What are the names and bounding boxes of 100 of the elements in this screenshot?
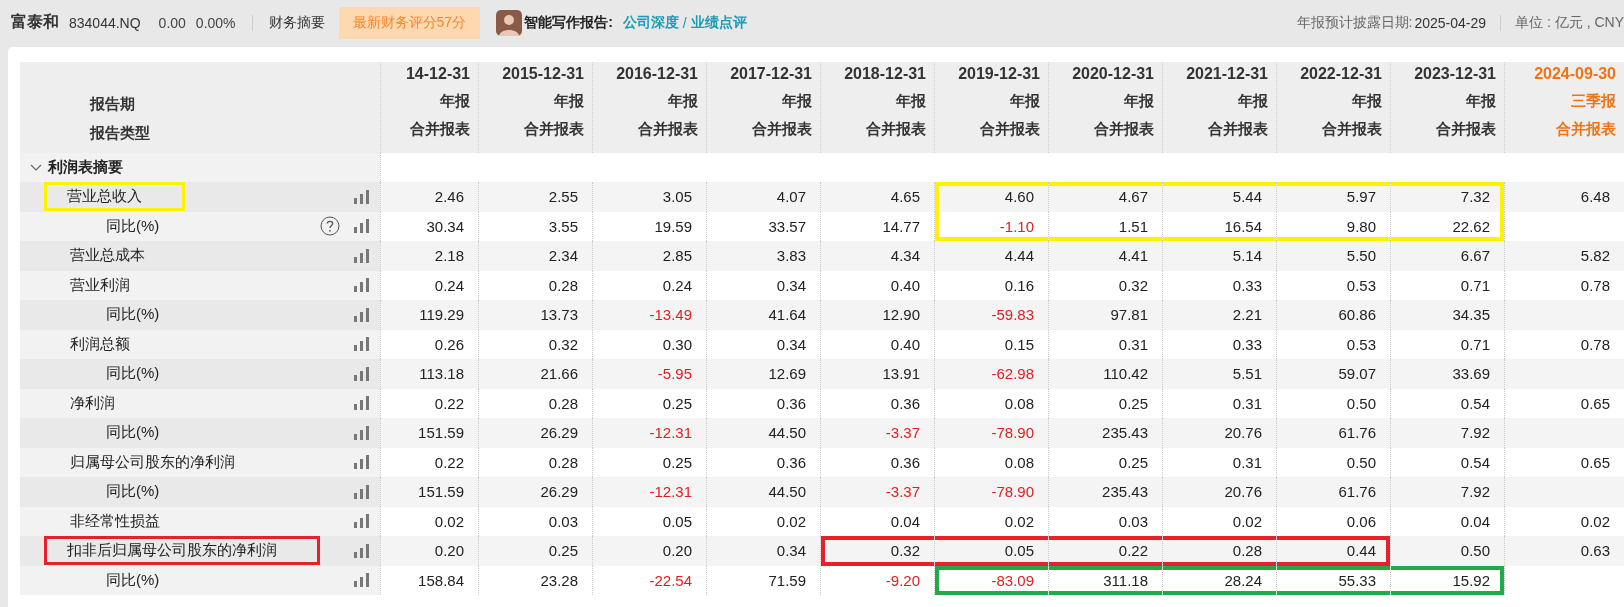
column-date: 2019-12-31 (958, 65, 1040, 83)
cell-value: 3.55 (548, 217, 578, 235)
column-type: 合并报表 (1556, 120, 1616, 139)
cell-value: 6.67 (1460, 247, 1490, 265)
cell-value: 0.04 (890, 512, 920, 530)
cell-value: 0.25 (662, 394, 692, 412)
cell-value: 0.50 (1460, 542, 1490, 560)
cell-value: -59.83 (991, 306, 1034, 324)
cell-value: 26.29 (540, 424, 578, 442)
cell-value: 0.25 (662, 453, 692, 471)
cell-value: 119.29 (419, 306, 464, 324)
cell-value: -9.20 (885, 571, 920, 589)
cell-value: 158.84 (418, 571, 464, 589)
cell-value: 5.44 (1232, 188, 1262, 206)
cell-value: 3.05 (662, 188, 692, 206)
row-label: 归属母公司股东的净利润 (69, 451, 236, 472)
company-name: 富泰和 (11, 12, 59, 32)
cell-value: 0.33 (1232, 335, 1262, 353)
bar-chart-icon[interactable] (354, 189, 370, 204)
header-label: 报告类型 (90, 124, 151, 143)
cell-value: -12.31 (649, 483, 692, 501)
cell-value: -5.95 (657, 365, 692, 383)
cell-value: 3.83 (776, 247, 806, 265)
column-date: 2023-12-31 (1414, 65, 1496, 83)
bar-chart-icon[interactable] (354, 307, 370, 322)
cell-value: 20.76 (1224, 424, 1262, 442)
cell-value: 61.76 (1338, 483, 1376, 501)
cell-value: 26.29 (540, 483, 578, 501)
column-type: 合并报表 (524, 120, 584, 139)
cell-value: 110.42 (1103, 365, 1148, 383)
cell-value: 7.32 (1460, 188, 1490, 206)
cell-value: -3.37 (885, 483, 920, 501)
cell-value: 0.03 (548, 512, 578, 530)
row-label: 净利润 (69, 392, 116, 413)
cell-value: -78.90 (991, 424, 1034, 442)
cell-value: 0.04 (1460, 512, 1490, 530)
cell-value: 0.78 (1580, 276, 1610, 294)
cell-value: -83.09 (991, 571, 1034, 589)
bar-chart-icon[interactable] (354, 543, 370, 558)
cell-value: 4.67 (1118, 188, 1148, 206)
chevron-icon[interactable] (30, 163, 42, 172)
column-date: 2022-12-31 (1300, 65, 1382, 83)
cell-value: 0.71 (1460, 335, 1490, 353)
bar-chart-icon[interactable] (354, 248, 370, 263)
cell-value: 0.28 (548, 394, 578, 412)
column-period: 年报 (1124, 92, 1154, 111)
cell-value: 15.92 (1452, 571, 1490, 589)
cell-value: 151.59 (418, 424, 464, 442)
cell-value: 33.57 (768, 217, 806, 235)
cell-value: 0.26 (434, 335, 464, 353)
cell-value: 44.50 (768, 483, 806, 501)
report-link[interactable]: 业绩点评 (690, 13, 747, 32)
help-icon[interactable] (320, 216, 340, 237)
cell-value: 97.81 (1110, 306, 1148, 324)
cell-value: 19.59 (654, 217, 692, 235)
cell-value: 9.80 (1346, 217, 1376, 235)
cell-value: 311.18 (1103, 571, 1148, 589)
bar-chart-icon[interactable] (354, 425, 370, 440)
cell-value: 0.32 (548, 335, 578, 353)
column-type: 合并报表 (866, 120, 926, 139)
report-link[interactable]: 公司深度 (622, 13, 679, 32)
cell-value: 2.18 (434, 247, 464, 265)
column-date: 2021-12-31 (1186, 65, 1268, 83)
cell-value: 12.90 (882, 306, 920, 324)
bar-chart-icon[interactable] (354, 455, 370, 470)
cell-value: 2.34 (548, 247, 578, 265)
score-badge[interactable]: 最新财务评分57分 (338, 6, 481, 39)
bar-chart-icon[interactable] (354, 337, 370, 352)
bar-chart-icon[interactable] (354, 396, 370, 411)
cell-value: 0.02 (1232, 512, 1262, 530)
cell-value: 13.91 (882, 365, 920, 383)
cell-value: 0.25 (1118, 394, 1148, 412)
cell-value: 13.73 (540, 306, 578, 324)
nav-link[interactable]: 财务摘要 (268, 13, 325, 32)
bar-chart-icon[interactable] (354, 514, 370, 529)
column-type: 合并报表 (980, 120, 1040, 139)
cell-value: 41.64 (768, 306, 806, 324)
bar-chart-icon[interactable] (354, 366, 370, 381)
bar-chart-icon[interactable] (354, 484, 370, 499)
cell-value: 0.28 (1232, 542, 1262, 560)
cell-value: 0.34 (776, 542, 806, 560)
cell-value: 0.32 (890, 542, 920, 560)
column-type: 合并报表 (1208, 120, 1268, 139)
cell-value: 235.43 (1102, 483, 1148, 501)
row-label: 同比(%) (105, 304, 161, 325)
column-date: 2016-12-31 (616, 65, 698, 83)
cell-value: 5.50 (1346, 247, 1376, 265)
bar-chart-icon[interactable] (354, 278, 370, 293)
section-title[interactable]: 利润表摘要 (48, 158, 123, 177)
cell-value: 5.97 (1346, 188, 1376, 206)
column-period: 年报 (1352, 92, 1382, 111)
bar-chart-icon[interactable] (354, 573, 370, 588)
row-label: 营业利润 (69, 274, 131, 295)
bar-chart-icon[interactable] (354, 219, 370, 234)
cell-value: 0.33 (1232, 276, 1262, 294)
cell-value: 28.24 (1224, 571, 1262, 589)
row-label: 同比(%) (105, 215, 161, 236)
row-label: 扣非后归属母公司股东的净利润 (44, 536, 320, 566)
column-type: 合并报表 (1436, 120, 1496, 139)
cell-value: 0.28 (548, 276, 578, 294)
